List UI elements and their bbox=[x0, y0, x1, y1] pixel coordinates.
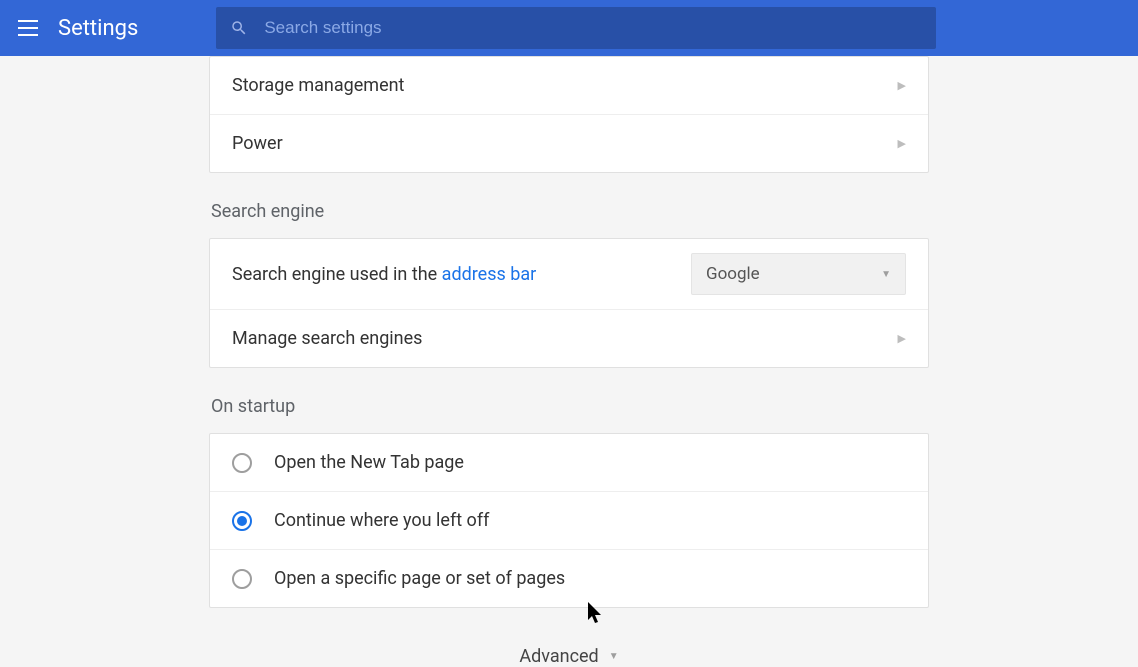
startup-option-new-tab[interactable]: Open the New Tab page bbox=[210, 434, 928, 492]
search-icon bbox=[230, 19, 248, 37]
search-engine-select[interactable]: Google ▼ bbox=[691, 253, 906, 295]
startup-option-label: Continue where you left off bbox=[274, 510, 489, 531]
chevron-right-icon: ▶ bbox=[898, 79, 906, 92]
app-header: Settings bbox=[0, 0, 1138, 56]
storage-management-label: Storage management bbox=[232, 75, 898, 96]
settings-content: Storage management ▶ Power ▶ Search engi… bbox=[209, 56, 929, 667]
search-engine-selected-value: Google bbox=[706, 264, 760, 284]
startup-card: Open the New Tab page Continue where you… bbox=[209, 433, 929, 608]
radio-icon[interactable] bbox=[232, 569, 252, 589]
menu-icon[interactable] bbox=[14, 14, 42, 42]
manage-search-engines-label: Manage search engines bbox=[232, 328, 898, 349]
address-bar-link[interactable]: address bar bbox=[442, 264, 537, 285]
radio-icon[interactable] bbox=[232, 453, 252, 473]
search-engine-label-text: Search engine used in the bbox=[232, 264, 442, 285]
advanced-label: Advanced bbox=[519, 646, 598, 667]
power-label: Power bbox=[232, 133, 898, 154]
startup-option-specific[interactable]: Open a specific page or set of pages bbox=[210, 550, 928, 607]
startup-option-label: Open a specific page or set of pages bbox=[274, 568, 565, 589]
system-card: Storage management ▶ Power ▶ bbox=[209, 56, 929, 173]
search-engine-row: Search engine used in the address bar Go… bbox=[210, 239, 928, 310]
chevron-down-icon: ▼ bbox=[881, 269, 891, 280]
startup-section-title: On startup bbox=[211, 396, 929, 417]
advanced-toggle[interactable]: Advanced ▼ bbox=[209, 646, 929, 667]
manage-search-engines-row[interactable]: Manage search engines ▶ bbox=[210, 310, 928, 367]
chevron-right-icon: ▶ bbox=[898, 332, 906, 345]
chevron-down-icon: ▼ bbox=[609, 651, 619, 662]
search-input[interactable] bbox=[264, 18, 922, 38]
storage-management-row[interactable]: Storage management ▶ bbox=[210, 57, 928, 115]
page-title: Settings bbox=[58, 16, 138, 41]
search-engine-section-title: Search engine bbox=[211, 201, 929, 222]
search-engine-card: Search engine used in the address bar Go… bbox=[209, 238, 929, 368]
search-engine-label: Search engine used in the address bar bbox=[232, 264, 691, 285]
startup-option-continue[interactable]: Continue where you left off bbox=[210, 492, 928, 550]
startup-option-label: Open the New Tab page bbox=[274, 452, 464, 473]
power-row[interactable]: Power ▶ bbox=[210, 115, 928, 172]
search-box[interactable] bbox=[216, 7, 936, 49]
chevron-right-icon: ▶ bbox=[898, 137, 906, 150]
radio-icon[interactable] bbox=[232, 511, 252, 531]
